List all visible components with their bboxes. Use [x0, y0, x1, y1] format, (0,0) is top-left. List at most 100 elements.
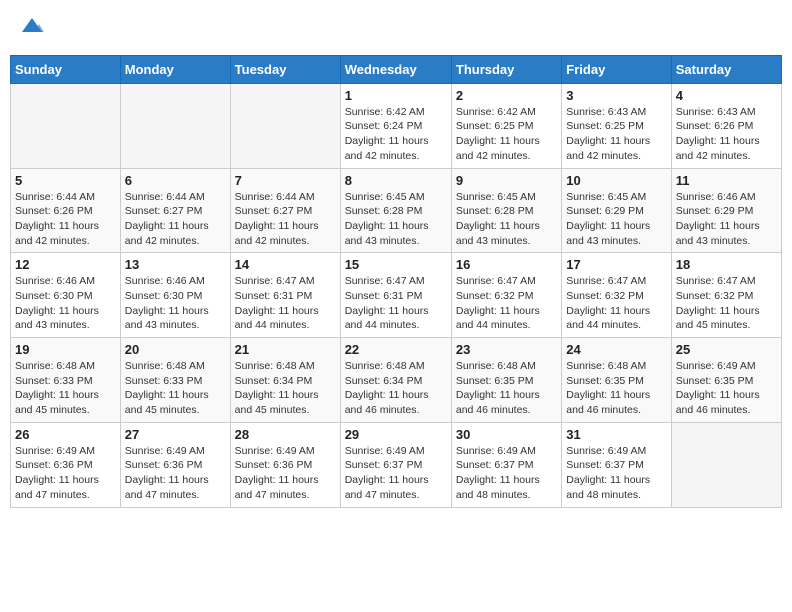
weekday-header-friday: Friday	[562, 55, 671, 83]
day-cell: 12 Sunrise: 6:46 AMSunset: 6:30 PMDayligh…	[11, 253, 121, 338]
day-cell	[671, 422, 781, 507]
day-info: Sunrise: 6:44 AMSunset: 6:26 PMDaylight:…	[15, 190, 116, 249]
day-info: Sunrise: 6:42 AMSunset: 6:24 PMDaylight:…	[345, 105, 447, 164]
day-info: Sunrise: 6:47 AMSunset: 6:32 PMDaylight:…	[676, 274, 777, 333]
day-cell: 3 Sunrise: 6:43 AMSunset: 6:25 PMDaylight…	[562, 83, 671, 168]
day-number: 17	[566, 257, 666, 272]
day-cell: 1Sunrise: 6:42 AMSunset: 6:24 PMDaylight…	[340, 83, 451, 168]
day-info: Sunrise: 6:47 AMSunset: 6:31 PMDaylight:…	[235, 274, 336, 333]
day-number: 20	[125, 342, 226, 357]
day-number: 21	[235, 342, 336, 357]
day-cell: 9 Sunrise: 6:45 AMSunset: 6:28 PMDaylight…	[451, 168, 561, 253]
day-cell: 8 Sunrise: 6:45 AMSunset: 6:28 PMDaylight…	[340, 168, 451, 253]
day-info: Sunrise: 6:48 AMSunset: 6:34 PMDaylight:…	[235, 359, 336, 418]
day-number: 12	[15, 257, 116, 272]
day-number: 3	[566, 88, 666, 103]
day-info: Sunrise: 6:49 AMSunset: 6:36 PMDaylight:…	[235, 444, 336, 503]
weekday-header-wednesday: Wednesday	[340, 55, 451, 83]
day-info: Sunrise: 6:47 AMSunset: 6:32 PMDaylight:…	[566, 274, 666, 333]
logo	[18, 14, 44, 43]
day-cell: 16 Sunrise: 6:47 AMSunset: 6:32 PMDayligh…	[451, 253, 561, 338]
day-number: 2	[456, 88, 557, 103]
weekday-header-row: SundayMondayTuesdayWednesdayThursdayFrid…	[11, 55, 782, 83]
weekday-header-tuesday: Tuesday	[230, 55, 340, 83]
day-number: 5	[15, 173, 116, 188]
day-cell: 18 Sunrise: 6:47 AMSunset: 6:32 PMDayligh…	[671, 253, 781, 338]
day-cell: 10 Sunrise: 6:45 AMSunset: 6:29 PMDayligh…	[562, 168, 671, 253]
day-info: Sunrise: 6:46 AMSunset: 6:30 PMDaylight:…	[125, 274, 226, 333]
day-info: Sunrise: 6:48 AMSunset: 6:35 PMDaylight:…	[456, 359, 557, 418]
weekday-header-monday: Monday	[120, 55, 230, 83]
day-cell: 22 Sunrise: 6:48 AMSunset: 6:34 PMDayligh…	[340, 338, 451, 423]
day-number: 27	[125, 427, 226, 442]
day-cell: 19Sunrise: 6:48 AMSunset: 6:33 PMDayligh…	[11, 338, 121, 423]
day-info: Sunrise: 6:46 AMSunset: 6:29 PMDaylight:…	[676, 190, 777, 249]
week-row-3: 12 Sunrise: 6:46 AMSunset: 6:30 PMDayligh…	[11, 253, 782, 338]
day-cell: 5 Sunrise: 6:44 AMSunset: 6:26 PMDaylight…	[11, 168, 121, 253]
weekday-header-thursday: Thursday	[451, 55, 561, 83]
day-info: Sunrise: 6:49 AMSunset: 6:36 PMDaylight:…	[15, 444, 116, 503]
calendar-table: SundayMondayTuesdayWednesdayThursdayFrid…	[10, 55, 782, 508]
day-cell: 29Sunrise: 6:49 AMSunset: 6:37 PMDayligh…	[340, 422, 451, 507]
day-info: Sunrise: 6:48 AMSunset: 6:34 PMDaylight:…	[345, 359, 447, 418]
day-cell: 14 Sunrise: 6:47 AMSunset: 6:31 PMDayligh…	[230, 253, 340, 338]
day-cell: 17 Sunrise: 6:47 AMSunset: 6:32 PMDayligh…	[562, 253, 671, 338]
week-row-4: 19Sunrise: 6:48 AMSunset: 6:33 PMDayligh…	[11, 338, 782, 423]
page-header	[10, 10, 782, 47]
day-cell	[11, 83, 121, 168]
day-info: Sunrise: 6:46 AMSunset: 6:30 PMDaylight:…	[15, 274, 116, 333]
day-info: Sunrise: 6:43 AMSunset: 6:26 PMDaylight:…	[676, 105, 777, 164]
day-number: 23	[456, 342, 557, 357]
day-cell: 23 Sunrise: 6:48 AMSunset: 6:35 PMDayligh…	[451, 338, 561, 423]
weekday-header-sunday: Sunday	[11, 55, 121, 83]
day-cell: 21 Sunrise: 6:48 AMSunset: 6:34 PMDayligh…	[230, 338, 340, 423]
day-cell: 31 Sunrise: 6:49 AMSunset: 6:37 PMDayligh…	[562, 422, 671, 507]
day-info: Sunrise: 6:45 AMSunset: 6:28 PMDaylight:…	[345, 190, 447, 249]
day-number: 26	[15, 427, 116, 442]
day-info: Sunrise: 6:44 AMSunset: 6:27 PMDaylight:…	[125, 190, 226, 249]
day-info: Sunrise: 6:49 AMSunset: 6:35 PMDaylight:…	[676, 359, 777, 418]
day-number: 30	[456, 427, 557, 442]
day-number: 19	[15, 342, 116, 357]
week-row-2: 5 Sunrise: 6:44 AMSunset: 6:26 PMDaylight…	[11, 168, 782, 253]
day-number: 4	[676, 88, 777, 103]
day-info: Sunrise: 6:42 AMSunset: 6:25 PMDaylight:…	[456, 105, 557, 164]
day-cell	[120, 83, 230, 168]
day-cell: 15 Sunrise: 6:47 AMSunset: 6:31 PMDayligh…	[340, 253, 451, 338]
day-number: 10	[566, 173, 666, 188]
day-cell: 13Sunrise: 6:46 AMSunset: 6:30 PMDayligh…	[120, 253, 230, 338]
day-cell	[230, 83, 340, 168]
day-info: Sunrise: 6:49 AMSunset: 6:36 PMDaylight:…	[125, 444, 226, 503]
day-number: 9	[456, 173, 557, 188]
day-number: 8	[345, 173, 447, 188]
day-number: 22	[345, 342, 447, 357]
day-number: 7	[235, 173, 336, 188]
day-cell: 20Sunrise: 6:48 AMSunset: 6:33 PMDayligh…	[120, 338, 230, 423]
day-info: Sunrise: 6:43 AMSunset: 6:25 PMDaylight:…	[566, 105, 666, 164]
day-info: Sunrise: 6:49 AMSunset: 6:37 PMDaylight:…	[566, 444, 666, 503]
day-number: 31	[566, 427, 666, 442]
day-cell: 24Sunrise: 6:48 AMSunset: 6:35 PMDayligh…	[562, 338, 671, 423]
day-number: 16	[456, 257, 557, 272]
day-number: 18	[676, 257, 777, 272]
day-number: 11	[676, 173, 777, 188]
day-number: 15	[345, 257, 447, 272]
day-info: Sunrise: 6:45 AMSunset: 6:29 PMDaylight:…	[566, 190, 666, 249]
day-cell: 7Sunrise: 6:44 AMSunset: 6:27 PMDaylight…	[230, 168, 340, 253]
day-info: Sunrise: 6:47 AMSunset: 6:31 PMDaylight:…	[345, 274, 447, 333]
day-number: 28	[235, 427, 336, 442]
day-number: 14	[235, 257, 336, 272]
day-info: Sunrise: 6:47 AMSunset: 6:32 PMDaylight:…	[456, 274, 557, 333]
day-info: Sunrise: 6:49 AMSunset: 6:37 PMDaylight:…	[345, 444, 447, 503]
day-info: Sunrise: 6:45 AMSunset: 6:28 PMDaylight:…	[456, 190, 557, 249]
day-cell: 11 Sunrise: 6:46 AMSunset: 6:29 PMDayligh…	[671, 168, 781, 253]
logo-icon	[20, 14, 44, 38]
day-info: Sunrise: 6:49 AMSunset: 6:37 PMDaylight:…	[456, 444, 557, 503]
week-row-1: 1Sunrise: 6:42 AMSunset: 6:24 PMDaylight…	[11, 83, 782, 168]
day-cell: 6Sunrise: 6:44 AMSunset: 6:27 PMDaylight…	[120, 168, 230, 253]
week-row-5: 26 Sunrise: 6:49 AMSunset: 6:36 PMDayligh…	[11, 422, 782, 507]
day-cell: 27 Sunrise: 6:49 AMSunset: 6:36 PMDayligh…	[120, 422, 230, 507]
day-cell: 26 Sunrise: 6:49 AMSunset: 6:36 PMDayligh…	[11, 422, 121, 507]
day-info: Sunrise: 6:48 AMSunset: 6:35 PMDaylight:…	[566, 359, 666, 418]
day-cell: 25Sunrise: 6:49 AMSunset: 6:35 PMDayligh…	[671, 338, 781, 423]
